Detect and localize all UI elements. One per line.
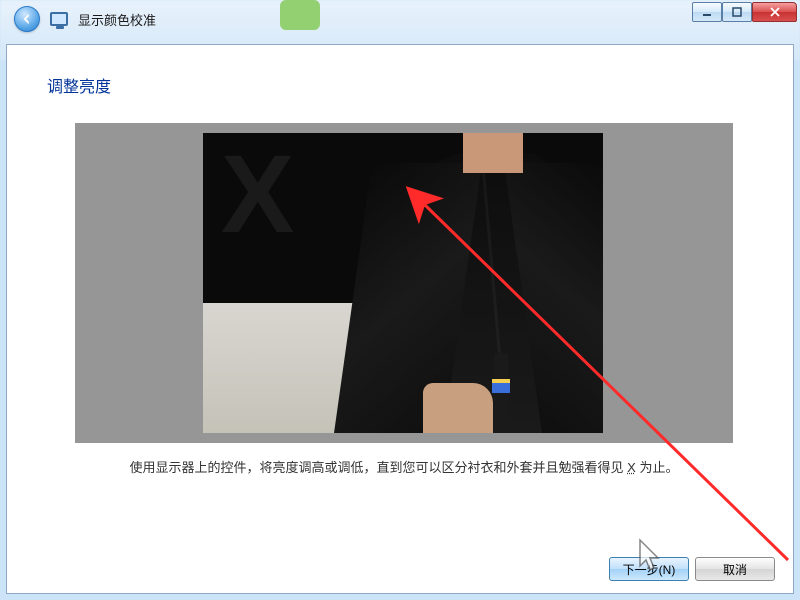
wizard-header: 显示颜色校准 — [0, 0, 800, 38]
cancel-button[interactable]: 取消 — [695, 557, 775, 581]
calibration-image-frame: X — [75, 123, 733, 443]
monitor-icon — [50, 12, 68, 26]
maximize-button[interactable] — [722, 2, 752, 22]
close-button[interactable] — [752, 2, 797, 22]
calibration-x-mark: X — [221, 151, 294, 239]
window-controls — [692, 2, 797, 22]
next-button[interactable]: 下一步(N) — [609, 557, 689, 581]
page-title: 调整亮度 — [7, 45, 793, 97]
wizard-content: 调整亮度 X 使用显示器上的控件，将亮度调高或调低，直到您可以区分衬衣和外套并且… — [6, 44, 794, 594]
arrow-left-icon — [20, 12, 34, 26]
back-button[interactable] — [14, 6, 40, 32]
header-title: 显示颜色校准 — [78, 10, 156, 29]
wizard-footer: 下一步(N) 取消 — [609, 557, 775, 581]
instruction-text: 使用显示器上的控件，将亮度调高或调低，直到您可以区分衬衣和外套并且勉强看得见 X… — [75, 457, 733, 476]
minimize-button[interactable] — [692, 2, 722, 22]
calibration-image: X — [203, 133, 603, 433]
